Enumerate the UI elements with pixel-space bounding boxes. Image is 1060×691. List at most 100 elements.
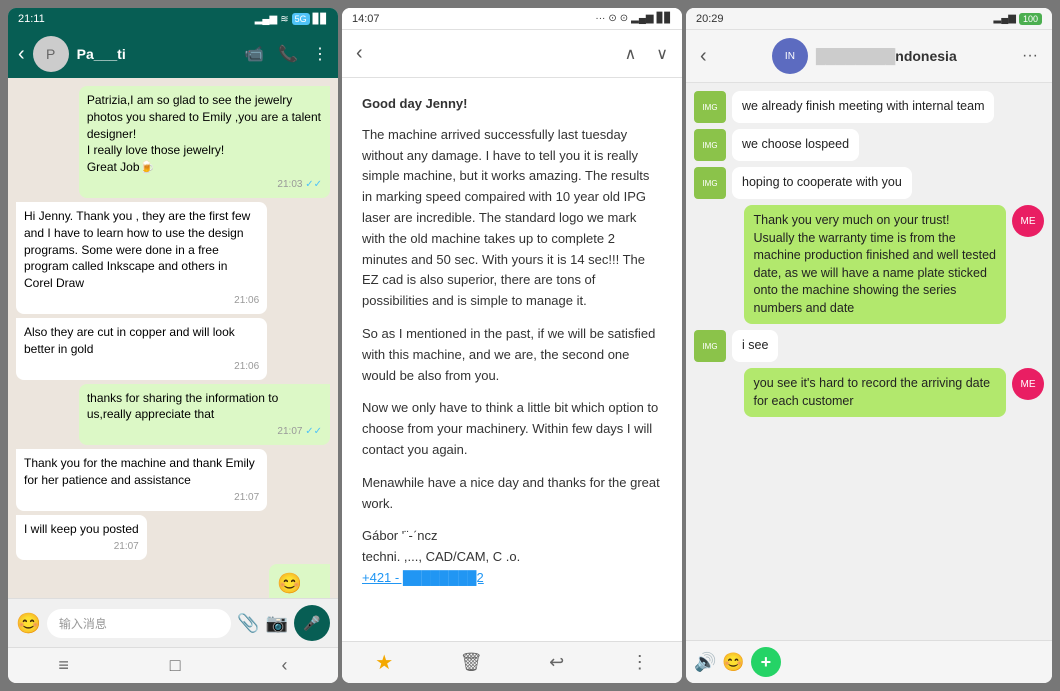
- message-received-4: I will keep you posted 21:07: [16, 515, 147, 560]
- email-paragraph-1: The machine arrived successfully last tu…: [362, 125, 662, 312]
- sig-company: .o.: [506, 549, 520, 564]
- message-received-2: Also they are cut in copper and will loo…: [16, 318, 267, 380]
- star-icon[interactable]: ★: [375, 650, 393, 675]
- message-text: you see it's hard to record the arriving…: [754, 376, 991, 408]
- status-icons-2: ··· ⊙ ⊙ ▂▄▆ ▊▊: [595, 13, 672, 24]
- signal-2-icon: ▂▄▆: [631, 13, 653, 24]
- contact-avatar-1: P: [33, 36, 69, 72]
- speaker-icon[interactable]: 🔊: [694, 652, 716, 673]
- message-text: 😊: [277, 570, 322, 598]
- message-text: thanks for sharing the information to us…: [87, 390, 322, 424]
- sender-avatar: ME: [1012, 205, 1044, 237]
- status-bar-1: 21:11 ▂▄▆ ≋ 5G ▊▊: [8, 8, 338, 30]
- next-email-icon[interactable]: ∨: [656, 44, 668, 64]
- message-text: Thank you very much on your trust!Usuall…: [754, 213, 997, 315]
- bottom-nav-1: ≡ □ ‹: [8, 647, 338, 683]
- prev-email-icon[interactable]: ∧: [625, 44, 637, 64]
- back-nav-icon[interactable]: ‹: [282, 655, 288, 676]
- email-signature: Gábor '¨-ˊncz techni. ,..., CAD/CAM, C .…: [362, 526, 662, 588]
- message-time: 21:07: [24, 540, 139, 554]
- back-icon-2[interactable]: ‹: [356, 42, 363, 65]
- sig-phone: +421 - ████████2: [362, 570, 484, 585]
- back-icon-1[interactable]: ‹: [18, 43, 25, 66]
- message-sent-3-2: you see it's hard to record the arriving…: [744, 368, 1007, 417]
- camera-icon[interactable]: 📷: [266, 613, 288, 634]
- voice-call-icon[interactable]: 📞: [278, 44, 298, 64]
- contact-name-1: Pa___ti: [77, 46, 236, 62]
- message-text: Thank you for the machine and thank Emil…: [24, 455, 259, 489]
- clock-icon: ⊙: [620, 13, 628, 24]
- battery-2-icon: ▊▊: [657, 13, 672, 24]
- chat-input-bar-1: 😊 输入消息 📎 📷 🎤: [8, 598, 338, 647]
- message-received-3-4: i see: [732, 330, 778, 362]
- wifi-icon: ≋: [280, 14, 288, 25]
- time-3: 20:29: [696, 13, 724, 25]
- signal-icon: ▂▄▆: [255, 14, 277, 25]
- message-received-3-2: we choose lospeed: [732, 129, 859, 161]
- time-2: 14:07: [352, 13, 380, 25]
- battery-icon: ▊▊: [313, 14, 328, 25]
- video-call-icon[interactable]: 📹: [244, 44, 264, 64]
- message-row-received-4: IMG i see: [694, 330, 1044, 362]
- time-1: 21:11: [18, 13, 45, 25]
- message-time: 21:07 ✓✓: [87, 425, 322, 439]
- email-greeting: Good day Jenny!: [362, 94, 662, 115]
- network-badge: 5G: [292, 13, 310, 25]
- contact-thumb-2: IMG: [694, 129, 726, 161]
- menu-icon-3[interactable]: ···: [1022, 47, 1038, 65]
- dots-icon: ···: [595, 13, 605, 24]
- contact-thumb-3: IMG: [694, 167, 726, 199]
- emoji-icon-3[interactable]: 😊: [722, 652, 744, 673]
- message-row-received-2: IMG we choose lospeed: [694, 129, 1044, 161]
- header-action-icons: 📹 📞 ⋮: [244, 44, 328, 64]
- menu-nav-icon[interactable]: ≡: [58, 655, 69, 676]
- chat-messages-1: Patrizia,I am so glad to see the jewelry…: [8, 78, 338, 598]
- message-text: I will keep you posted: [24, 521, 139, 538]
- message-row-received-3: IMG hoping to cooperate with you: [694, 167, 1044, 199]
- status-icons-1: ▂▄▆ ≋ 5G ▊▊: [255, 13, 328, 25]
- message-sent-3: 😊 21:07 ✓✓: [269, 564, 330, 598]
- sig-name: Gábor '¨-ˊncz: [362, 528, 437, 543]
- back-icon-3[interactable]: ‹: [700, 45, 707, 68]
- delete-icon[interactable]: 🗑: [460, 652, 483, 673]
- more-icon[interactable]: ⋮: [631, 652, 649, 673]
- email-paragraph-3: Now we only have to think a little bit w…: [362, 398, 662, 460]
- message-sent-3-1: Thank you very much on your trust!Usuall…: [744, 205, 1007, 324]
- reply-icon[interactable]: ↩: [549, 652, 564, 673]
- email-paragraph-4: Menawhile have a nice day and thanks for…: [362, 473, 662, 515]
- message-received-3: Thank you for the machine and thank Emil…: [16, 449, 267, 511]
- contact-thumb-1: IMG: [694, 91, 726, 123]
- message-time: 21:06: [24, 360, 259, 374]
- home-nav-icon[interactable]: □: [170, 655, 181, 676]
- message-sent-1: Patrizia,I am so glad to see the jewelry…: [79, 86, 330, 198]
- contact-thumb-4: IMG: [694, 330, 726, 362]
- message-text: we already finish meeting with internal …: [742, 99, 984, 113]
- email-panel: 14:07 ··· ⊙ ⊙ ▂▄▆ ▊▊ ‹ ∧ ∨ Good day Jenn…: [342, 8, 682, 683]
- email-header: ‹ ∧ ∨: [342, 30, 682, 78]
- nav-controls: ∧ ∨: [625, 44, 668, 64]
- message-row-sent-1: Thank you very much on your trust!Usuall…: [694, 205, 1044, 324]
- message-input-1[interactable]: 输入消息: [47, 609, 231, 638]
- menu-icon-1[interactable]: ⋮: [312, 44, 328, 64]
- emoji-picker-icon[interactable]: 😊: [16, 611, 41, 636]
- chat-header-3: ‹ IN ████████ndonesia ···: [686, 30, 1052, 83]
- mic-button[interactable]: 🎤: [294, 605, 330, 641]
- status-icons-3: ▂▄▆ 100: [994, 13, 1043, 25]
- message-text: Also they are cut in copper and will loo…: [24, 324, 259, 358]
- sender-avatar-2: ME: [1012, 368, 1044, 400]
- mic-icon: 🎤: [303, 615, 320, 632]
- battery-3-badge: 100: [1019, 13, 1042, 25]
- signal-3-icon: ▂▄▆: [994, 13, 1016, 24]
- add-button-3[interactable]: +: [751, 647, 781, 677]
- message-text: hoping to cooperate with you: [742, 175, 902, 189]
- contact-info-3: IN ████████ndonesia: [707, 38, 1022, 74]
- status-bar-2: 14:07 ··· ⊙ ⊙ ▂▄▆ ▊▊: [342, 8, 682, 30]
- message-text: we choose lospeed: [742, 137, 849, 151]
- message-row-received-1: IMG we already finish meeting with inter…: [694, 91, 1044, 123]
- whatsapp-chat-panel-1: 21:11 ▂▄▆ ≋ 5G ▊▊ ‹ P Pa___ti 📹 📞 ⋮: [8, 8, 338, 683]
- name-blurred: ████████: [816, 48, 895, 64]
- attach-icon[interactable]: 📎: [237, 613, 259, 634]
- chat-header-1: ‹ P Pa___ti 📹 📞 ⋮: [8, 30, 338, 78]
- contact-name-3: ████████ndonesia: [816, 48, 957, 64]
- message-sent-2: thanks for sharing the information to us…: [79, 384, 330, 446]
